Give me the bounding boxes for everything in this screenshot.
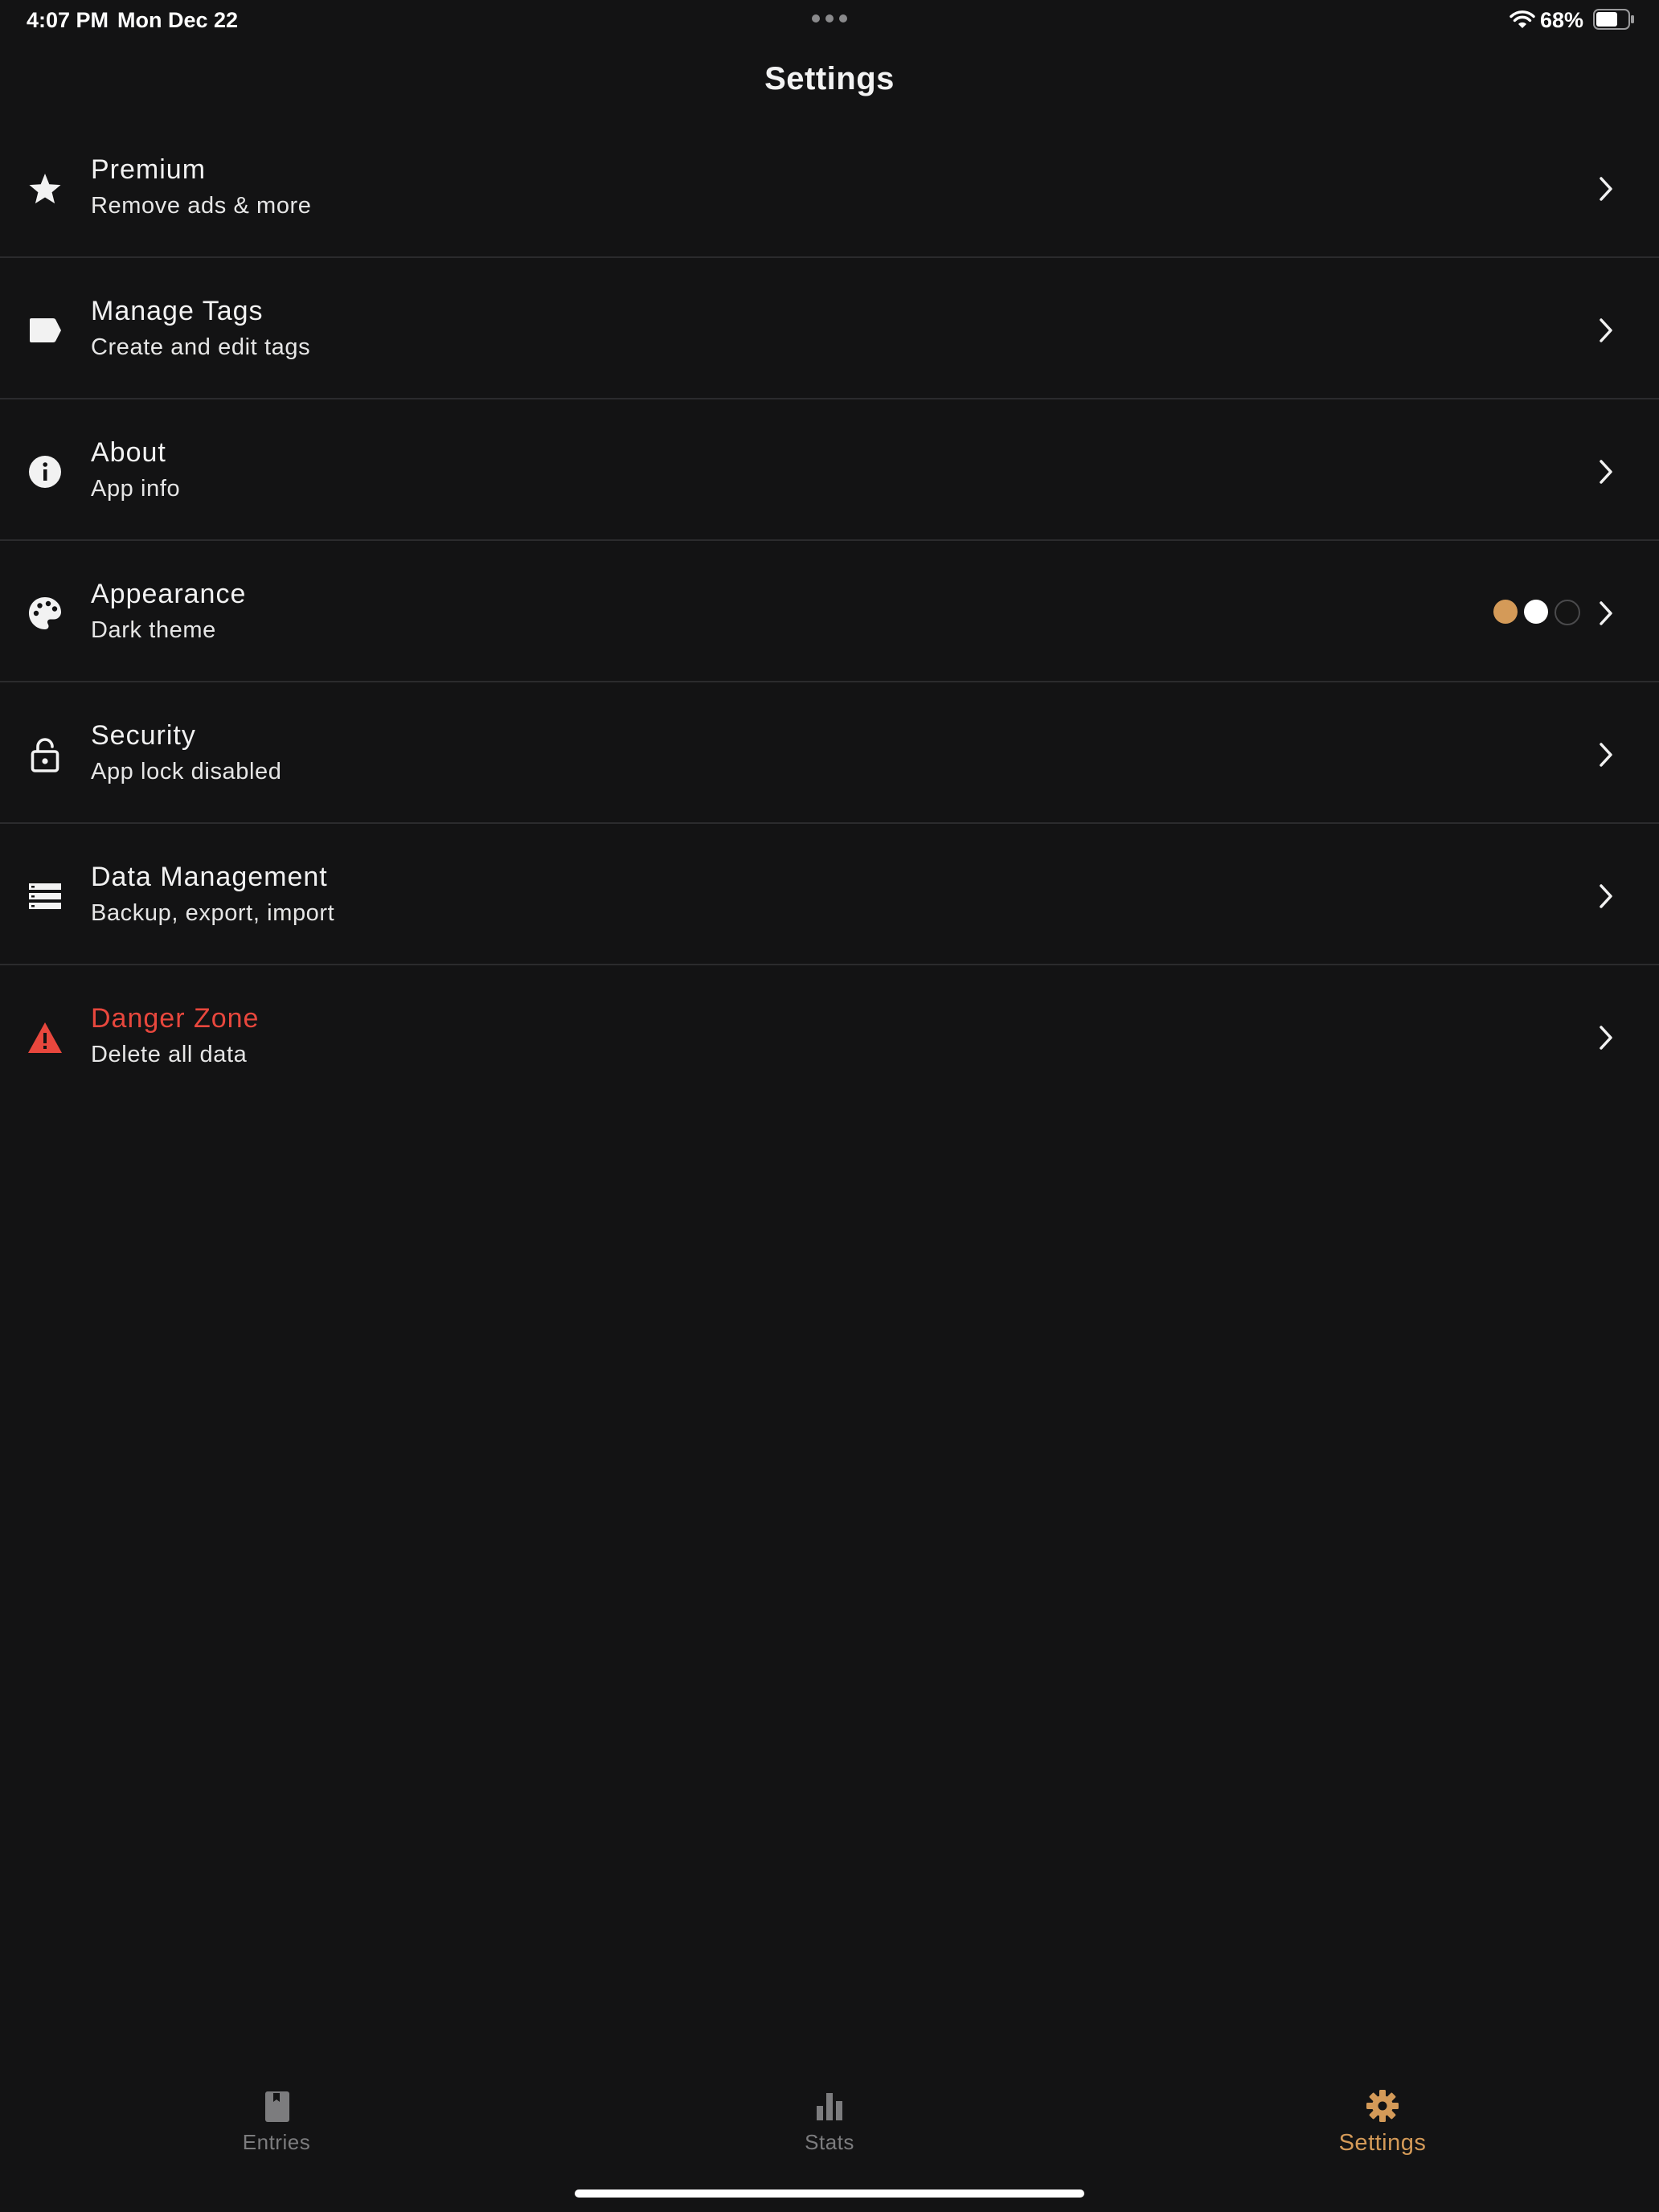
gear-icon bbox=[1366, 2090, 1399, 2122]
settings-row-title: Danger Zone bbox=[91, 1003, 260, 1034]
status-time: 4:07 PM bbox=[27, 8, 109, 32]
settings-row-title: Security bbox=[91, 720, 196, 751]
light-color-swatch bbox=[1524, 600, 1548, 624]
wifi-icon bbox=[1509, 10, 1535, 28]
tab-settings[interactable]: Settings bbox=[1286, 2074, 1479, 2162]
tag-icon bbox=[27, 313, 63, 348]
chevron-right-icon bbox=[1595, 457, 1617, 486]
settings-row-subtitle: Create and edit tags bbox=[91, 334, 311, 360]
settings-row-title: Premium bbox=[91, 154, 207, 185]
chevron-right-icon bbox=[1595, 1023, 1617, 1052]
settings-row-about[interactable]: About App info bbox=[0, 399, 1659, 541]
settings-row-title: Appearance bbox=[91, 579, 247, 609]
settings-row-subtitle: Remove ads & more bbox=[91, 193, 312, 219]
chevron-right-icon bbox=[1595, 882, 1617, 911]
bar-chart-icon bbox=[817, 2093, 842, 2120]
settings-row-security[interactable]: Security App lock disabled bbox=[0, 682, 1659, 824]
tab-label: Entries bbox=[242, 2130, 311, 2154]
storage-icon bbox=[27, 879, 63, 914]
settings-row-subtitle: Dark theme bbox=[91, 617, 216, 643]
dark-color-swatch bbox=[1555, 600, 1580, 625]
settings-row-title: About bbox=[91, 437, 166, 468]
status-date: Mon Dec 22 bbox=[117, 8, 239, 32]
battery-icon bbox=[1593, 9, 1634, 30]
battery-percentage: 68% bbox=[1540, 8, 1584, 32]
home-indicator[interactable] bbox=[575, 2189, 1084, 2198]
info-icon bbox=[27, 454, 63, 490]
settings-row-title: Data Management bbox=[91, 862, 328, 892]
settings-row-premium[interactable]: Premium Remove ads & more bbox=[0, 117, 1659, 258]
warning-icon bbox=[27, 1020, 63, 1055]
chevron-right-icon bbox=[1595, 174, 1617, 203]
settings-list: Premium Remove ads & more Manage Tags Cr… bbox=[0, 117, 1659, 1107]
theme-swatches bbox=[1492, 600, 1583, 627]
settings-row-subtitle: Delete all data bbox=[91, 1042, 248, 1067]
settings-row-data-management[interactable]: Data Management Backup, export, import bbox=[0, 824, 1659, 965]
chevron-right-icon bbox=[1595, 740, 1617, 769]
tab-label: Stats bbox=[805, 2130, 854, 2154]
settings-row-subtitle: App info bbox=[91, 476, 181, 502]
palette-icon bbox=[27, 596, 63, 631]
status-bar: 4:07 PM Mon Dec 22 68% bbox=[0, 0, 1659, 39]
unlocked-padlock-icon bbox=[27, 737, 63, 772]
settings-row-danger-zone[interactable]: Danger Zone Delete all data bbox=[0, 965, 1659, 1107]
chevron-right-icon bbox=[1595, 316, 1617, 345]
settings-row-subtitle: Backup, export, import bbox=[91, 900, 335, 926]
tab-entries[interactable]: Entries bbox=[180, 2074, 373, 2162]
book-icon bbox=[265, 2091, 289, 2122]
chevron-right-icon bbox=[1595, 599, 1617, 628]
accent-color-swatch bbox=[1493, 600, 1518, 624]
settings-row-manage-tags[interactable]: Manage Tags Create and edit tags bbox=[0, 258, 1659, 399]
settings-row-subtitle: App lock disabled bbox=[91, 759, 282, 784]
settings-row-appearance[interactable]: Appearance Dark theme bbox=[0, 541, 1659, 682]
multitasking-dots-icon[interactable] bbox=[812, 14, 847, 24]
tab-label: Settings bbox=[1338, 2130, 1427, 2156]
tab-stats[interactable]: Stats bbox=[733, 2074, 926, 2162]
page-title: Settings bbox=[764, 61, 895, 96]
star-icon bbox=[27, 171, 63, 207]
tab-bar: Entries Stats Settings bbox=[0, 2074, 1659, 2170]
settings-row-title: Manage Tags bbox=[91, 296, 264, 326]
